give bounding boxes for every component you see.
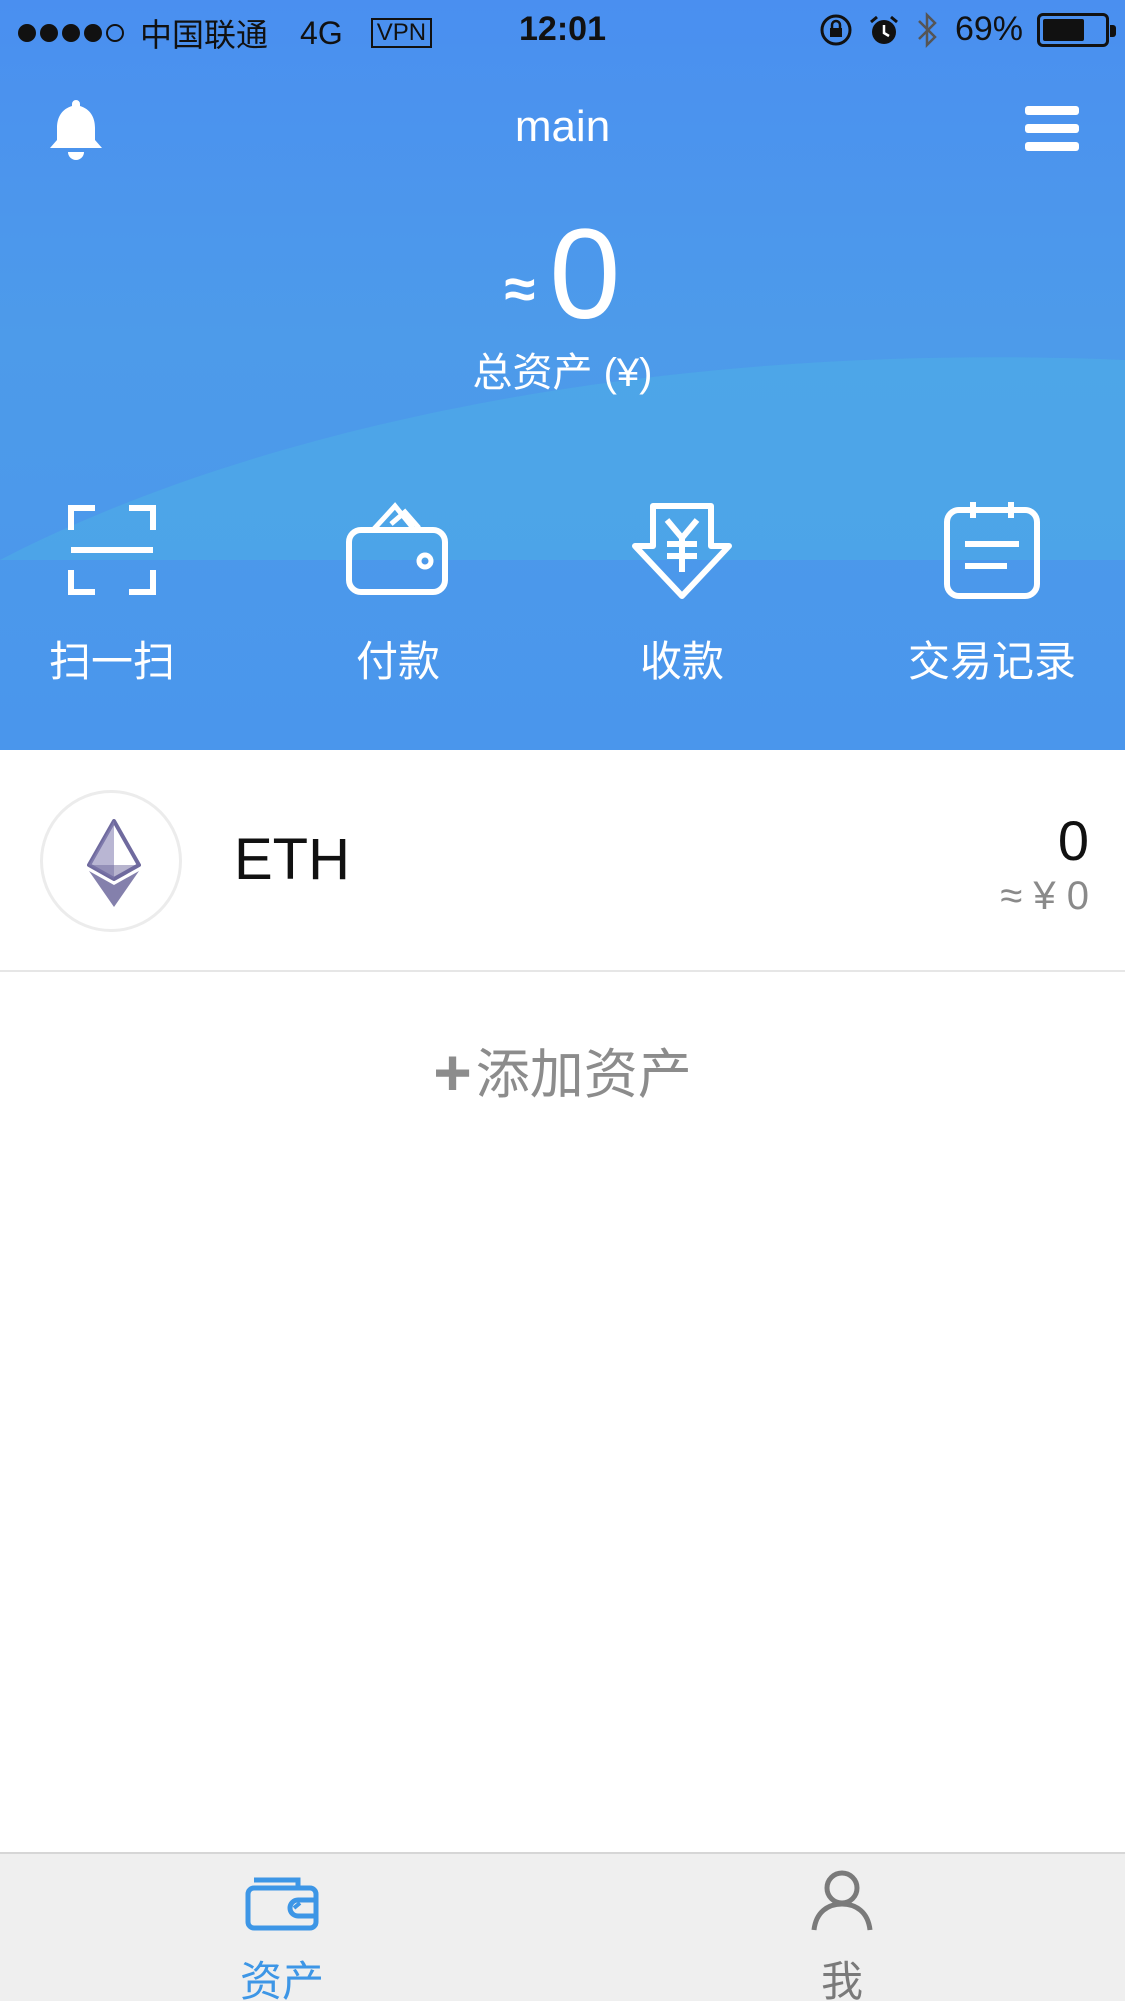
wallet-icon [346,502,448,595]
total-balance-value: 0 [549,203,621,346]
wallet-name-title: main [514,102,611,151]
bluetooth-icon [918,11,937,48]
nav-bar: main [0,90,1125,170]
total-balance-label: 总资产 (¥) [472,351,653,395]
alarm-icon [869,15,898,44]
tab-assets[interactable]: 资产 [182,1868,382,2001]
asset-symbol: ETH [234,827,350,892]
asset-fiat-value: ≈ ¥ 0 [1000,874,1089,918]
pay-label: 付款 [355,638,440,685]
status-bar: 中国联通 4G VPN 12:01 69% [0,0,1125,60]
header: 中国联通 4G VPN 12:01 69% main ≈ 0 总资产 (¥) 扫… [0,0,1125,750]
tab-bar: 资产 我 [0,1852,1125,2001]
tab-me-label: 我 [820,1958,863,2001]
battery-icon [1037,12,1116,47]
scan-label: 扫一扫 [48,638,175,685]
receive-button[interactable]: 收款 [562,500,802,689]
transaction-history-label: 交易记录 [907,638,1076,685]
pay-button[interactable]: 付款 [278,500,518,689]
receive-icon [632,503,732,599]
battery-percentage: 69% [954,10,1023,48]
rotation-lock-icon [820,14,852,45]
add-asset-button[interactable]: +添加资产 [0,1030,1125,1120]
wallet-tab-icon [245,1877,319,1931]
total-balance: ≈0 [0,210,1125,340]
plus-icon: + [433,1035,472,1109]
tab-assets-label: 资产 [239,1958,324,2001]
menu-icon[interactable] [1025,106,1079,152]
asset-row-eth[interactable]: ETH 0 ≈ ¥ 0 [0,750,1125,972]
records-icon [944,502,1040,599]
tab-me[interactable]: 我 [742,1868,942,2001]
scan-icon [68,505,156,595]
asset-amount: 0 [1057,809,1089,872]
approx-symbol: ≈ [504,257,536,320]
receive-label: 收款 [639,638,724,685]
person-icon [811,1870,873,1931]
scan-button[interactable]: 扫一扫 [0,500,232,689]
quick-actions: 扫一扫 付款 收款 交易记录 [0,500,1125,700]
transaction-history-button[interactable]: 交易记录 [872,500,1112,689]
ethereum-icon [40,790,182,932]
add-asset-label: 添加资产 [475,1045,692,1105]
